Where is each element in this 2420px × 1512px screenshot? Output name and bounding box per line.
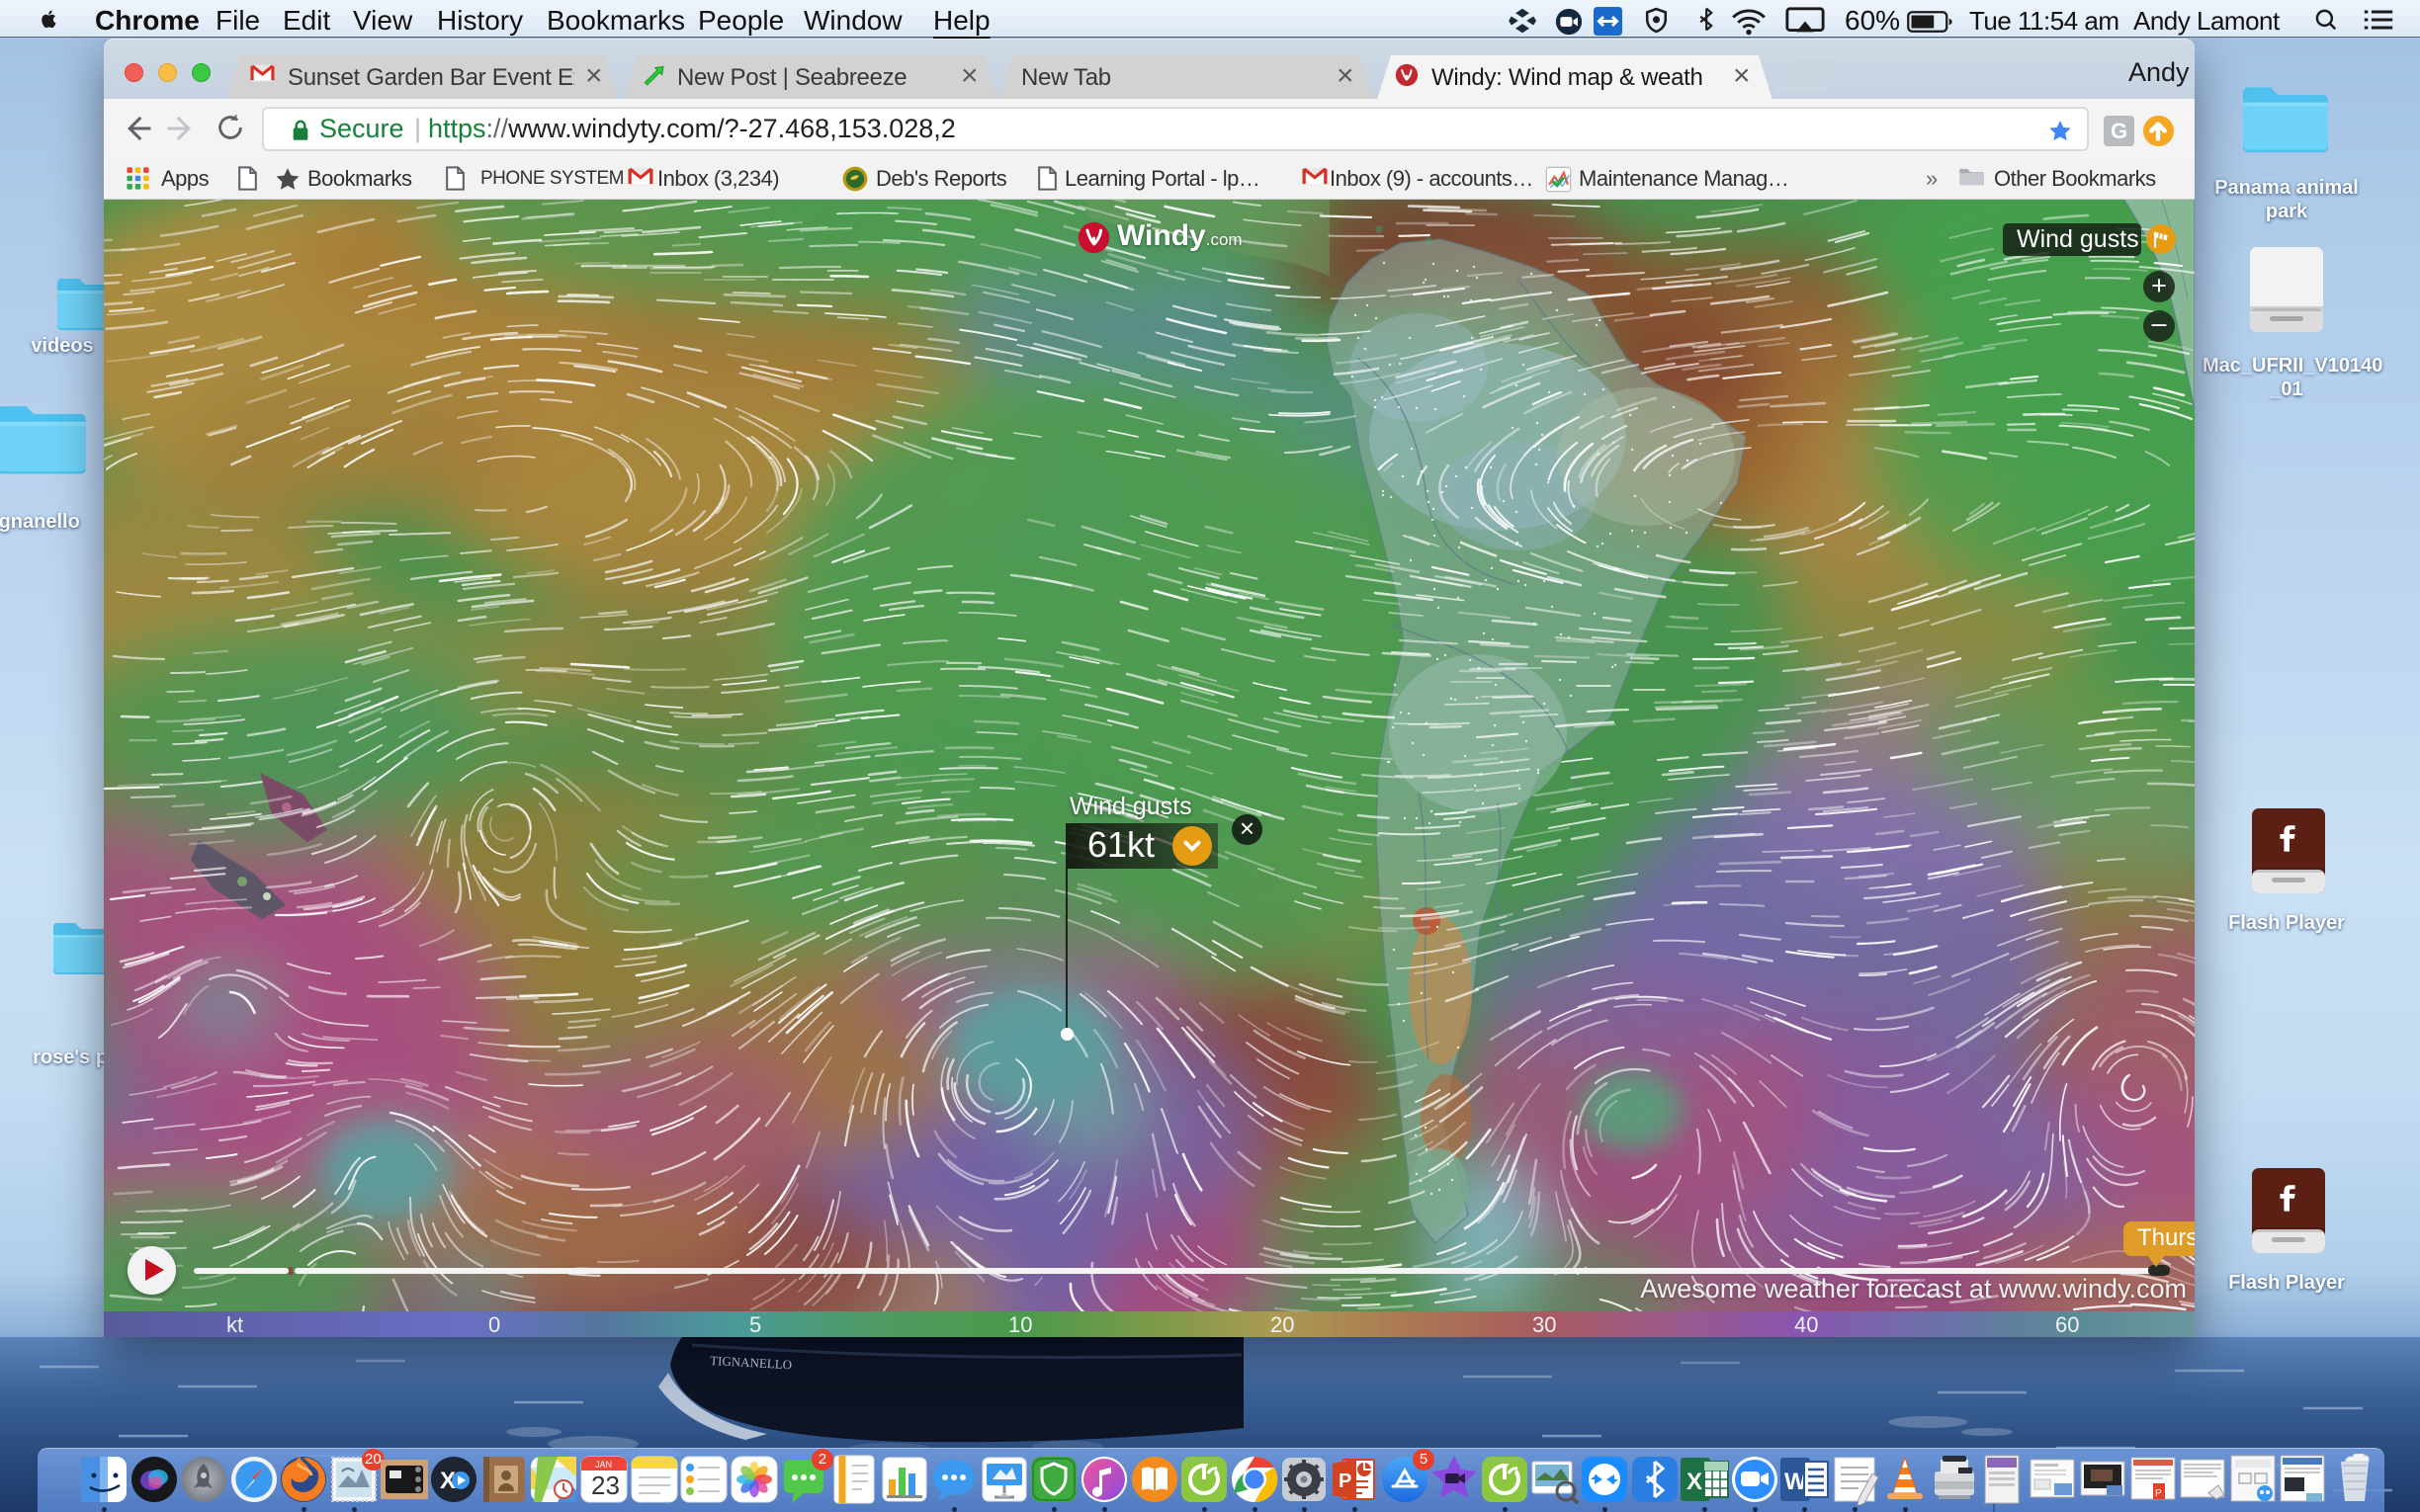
- svg-text:JAN: JAN: [595, 1460, 612, 1470]
- svg-text:X: X: [1686, 1469, 1702, 1495]
- svg-text:P: P: [2155, 1488, 2162, 1499]
- svg-text:23: 23: [591, 1470, 620, 1500]
- svg-text:P: P: [1339, 1470, 1351, 1492]
